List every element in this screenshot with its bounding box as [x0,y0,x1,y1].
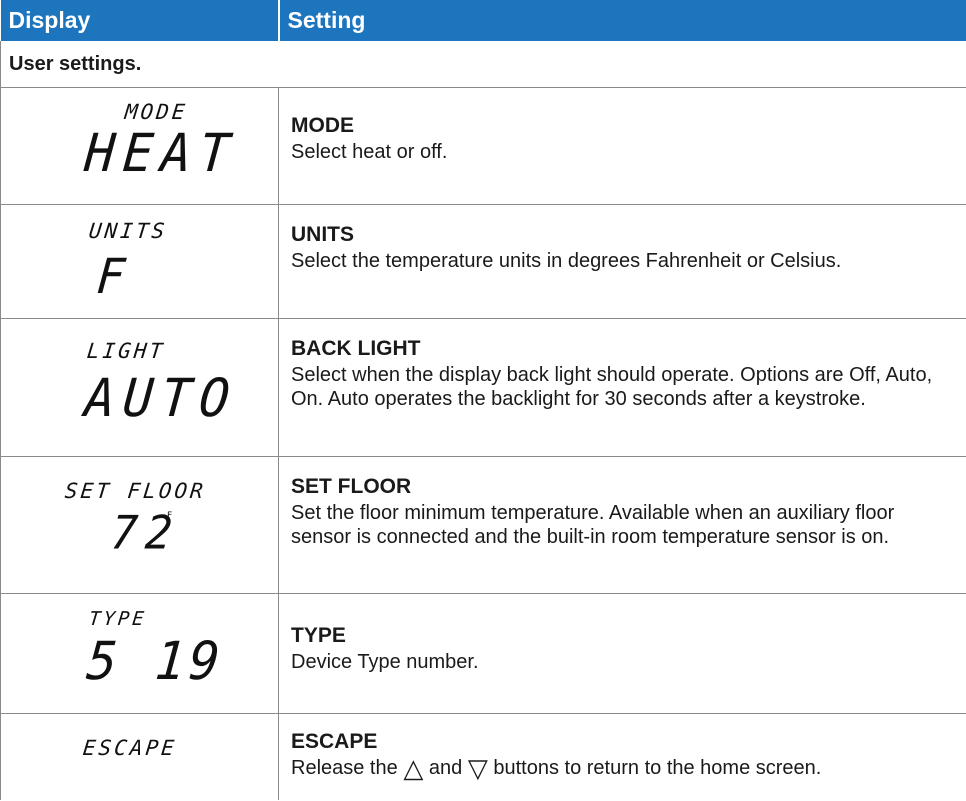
lcd-display-units: UNITS F [0,204,279,319]
setting-title: MODE [291,114,354,137]
setting-back-light: BACK LIGHT Select when the display back … [278,318,966,457]
setting-mode: MODE Select heat or off. [278,87,966,205]
lcd-display-type: TYPE 5 19 [0,593,279,714]
setting-description: Select heat or off. [291,141,448,163]
lcd-unit-text: F [167,511,173,521]
setting-units: UNITS Select the temperature units in de… [278,204,966,319]
setting-title: SET FLOOR [291,475,412,498]
setting-description: Select the temperature units in degrees … [291,250,842,272]
lcd-small-text: UNITS [87,219,169,243]
lcd-small-text: ESCAPE [81,736,179,760]
table-row: TYPE 5 19 TYPE Device Type number. [0,593,966,714]
lcd-small-text: TYPE [87,608,148,630]
table-row: ESCAPE ESCAPE Release the △ and ▽ button… [0,713,966,800]
lcd-big-text: HEAT [82,122,240,184]
lcd-small-text: LIGHT [85,339,167,363]
desc-pre: Release the [291,757,398,779]
setting-description: Release the △ and ▽ buttons to return to… [291,753,956,783]
header-display: Display [0,0,280,41]
section-label: User settings. [0,41,966,88]
setting-title: UNITS [291,223,354,246]
setting-title: TYPE [291,624,346,647]
lcd-display-light: LIGHT AUTO [0,318,279,457]
lcd-display-mode: MODE HEAT [0,87,279,205]
setting-description: Set the floor minimum temperature. Avail… [291,502,895,548]
lcd-big-text: AUTO [82,367,240,429]
setting-title: BACK LIGHT [291,337,421,360]
lcd-big-text: 5 19 [84,630,226,692]
lcd-small-text: SET FLOOR [63,479,208,503]
down-triangle-icon: ▽ [467,753,488,783]
settings-table: Display Setting User settings. MODE HEAT… [0,0,966,800]
setting-title: ESCAPE [291,730,378,753]
setting-type: TYPE Device Type number. [278,593,966,714]
desc-post: buttons to return to the home screen. [493,757,822,779]
lcd-display-escape: ESCAPE [0,713,279,800]
setting-set-floor: SET FLOOR Set the floor minimum temperat… [278,456,966,594]
header-setting: Setting [278,0,966,41]
section-row: User settings. [0,41,966,88]
lcd-display-set-floor: SET FLOOR 72 F [0,456,279,594]
setting-description: Device Type number. [291,651,479,673]
lcd-small-text: MODE [123,100,189,124]
table-header: Display Setting [0,0,966,41]
setting-escape: ESCAPE Release the △ and ▽ buttons to re… [278,713,966,800]
desc-and: and [428,757,463,779]
table-row: UNITS F UNITS Select the temperature uni… [0,204,966,319]
up-triangle-icon: △ [403,753,424,783]
lcd-big-text: F [94,247,136,305]
setting-description: Select when the display back light shoul… [291,364,933,410]
table-row: SET FLOOR 72 F SET FLOOR Set the floor m… [0,456,966,594]
table-row: MODE HEAT MODE Select heat or off. [0,87,966,205]
table-row: LIGHT AUTO BACK LIGHT Select when the di… [0,318,966,457]
